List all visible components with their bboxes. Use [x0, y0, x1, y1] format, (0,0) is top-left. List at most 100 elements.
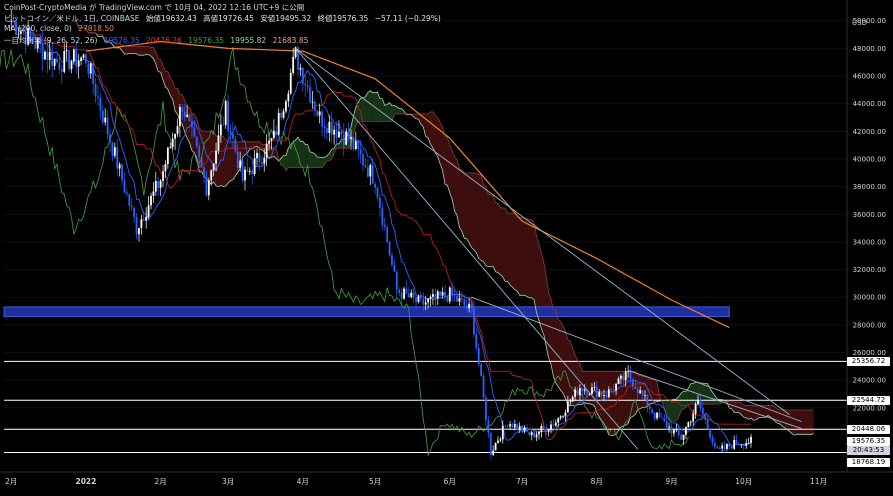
candle-body — [552, 424, 555, 426]
candle-body — [316, 110, 319, 116]
candle-body — [357, 141, 360, 150]
candle-body — [538, 432, 540, 435]
cloud-segment — [522, 217, 525, 296]
x-tick-label: 2月 — [154, 477, 166, 486]
candle-body — [301, 67, 304, 84]
candle-body — [111, 142, 114, 156]
candle-body — [53, 58, 56, 66]
y-tick-label: 44000.00 — [853, 100, 886, 108]
cloud-segment — [302, 141, 306, 168]
candle-body — [219, 124, 222, 136]
candle-body — [169, 146, 172, 148]
candle-body — [634, 386, 637, 389]
candle-body — [268, 140, 270, 144]
candle-body — [210, 170, 213, 181]
candle-body — [591, 387, 593, 394]
candle-body — [576, 389, 579, 395]
cloud-segment — [399, 108, 402, 114]
candle-body — [116, 147, 119, 169]
y-tick-label: 48000.00 — [853, 45, 886, 53]
candle-body — [275, 130, 278, 135]
candle-body — [607, 389, 610, 397]
candle-body — [542, 426, 545, 428]
cloud-segment — [796, 409, 800, 435]
candle-body — [248, 170, 251, 172]
ichimoku-span-b-value: 21683.85 — [272, 36, 309, 45]
candle-body — [352, 137, 355, 149]
price-chart[interactable]: 50000.0048000.0046000.0044000.0042000.00… — [0, 0, 893, 496]
candle-body — [475, 334, 478, 348]
candle-body — [509, 424, 511, 427]
cloud-segment — [512, 213, 515, 290]
cloud-segment — [517, 217, 520, 296]
candle-body — [232, 133, 234, 139]
candle-body — [617, 378, 620, 384]
candle-body — [299, 67, 302, 70]
candle-body — [263, 157, 266, 164]
cloud-segment — [379, 98, 383, 122]
cloud-segment — [175, 88, 178, 115]
candle-body — [653, 412, 656, 419]
candle-body — [379, 197, 381, 208]
candle-body — [109, 134, 111, 143]
candle-body — [706, 419, 709, 429]
y-tick-label: 24000.00 — [853, 377, 886, 385]
candle-body — [494, 443, 497, 451]
candle-body — [326, 127, 328, 133]
cloud-segment — [478, 174, 482, 261]
candle-body — [113, 147, 116, 156]
candle-body — [468, 303, 470, 309]
candle-body — [521, 426, 523, 432]
y-tick-label: 34000.00 — [853, 238, 886, 246]
candle-body — [562, 416, 564, 418]
price-axis[interactable]: 50000.0048000.0046000.0044000.0042000.00… — [853, 17, 886, 412]
candle-body — [101, 110, 104, 123]
candle-body — [711, 437, 714, 444]
candle-body — [92, 63, 95, 84]
candle-body — [260, 161, 263, 164]
candle-body — [292, 57, 295, 73]
candle-body — [236, 151, 239, 168]
candle-body — [304, 83, 307, 86]
cloud-segment — [469, 173, 472, 248]
cloud-segment — [755, 405, 759, 420]
candle-body — [651, 408, 654, 413]
candle-body — [323, 126, 326, 128]
candle-body — [94, 83, 97, 97]
candle-body — [253, 158, 256, 175]
cloud-segment — [705, 383, 708, 405]
change-value: −57.11 (−0.29%) — [374, 14, 441, 23]
candle-body — [44, 51, 46, 60]
candle-body — [212, 163, 215, 171]
candle-body — [487, 420, 490, 433]
cloud-segment — [743, 405, 747, 418]
cloud-segment — [777, 408, 780, 424]
cloud-segment — [514, 213, 518, 292]
ichimoku-legend[interactable]: 一目均衡表 (9, 26, 52, 26) 19576.35 20476.26 … — [4, 35, 312, 46]
candle-body — [530, 432, 533, 436]
cloud-segment — [493, 195, 496, 272]
candle-body — [701, 408, 704, 415]
candle-body — [660, 417, 663, 419]
candle-body — [63, 51, 66, 72]
cloud-segment — [548, 292, 552, 365]
currency-label: USD — [852, 19, 867, 27]
support-zone — [3, 306, 730, 318]
ma-legend[interactable]: MA (200, close, 0) 27818.50 — [4, 24, 118, 33]
candle-body — [448, 287, 451, 302]
candle-body — [256, 152, 258, 159]
candle-body — [162, 171, 164, 181]
candle-body — [670, 426, 673, 434]
candle-body — [593, 386, 596, 388]
cloud-segment — [317, 157, 320, 168]
symbol-label[interactable]: ビットコイン／米ドル, 1日, COINBASE — [4, 14, 140, 23]
x-tick-label: 8月 — [591, 477, 603, 486]
candle-body — [627, 371, 630, 372]
candle-body — [381, 207, 384, 225]
candle-body — [186, 114, 189, 117]
candle-body — [540, 426, 543, 433]
candle-body — [716, 446, 719, 449]
cloud-segment — [502, 207, 506, 282]
cloud-segment — [681, 391, 684, 411]
candle-body — [222, 124, 225, 126]
